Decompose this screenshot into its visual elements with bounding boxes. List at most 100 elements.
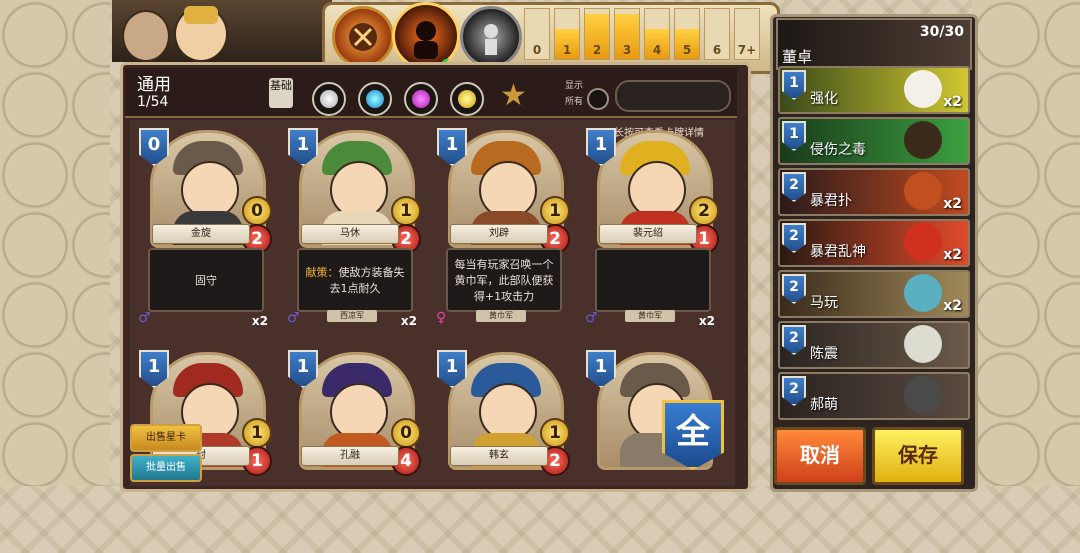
card-keyword: 献策：	[305, 266, 339, 279]
show-all-label-2: 所有	[565, 97, 584, 107]
card-name: 马休	[301, 224, 399, 244]
gem-filter-yellow[interactable]	[450, 82, 484, 116]
deck-hero[interactable]: 董卓 30/30	[776, 18, 972, 70]
card[interactable]: 0 0 2 金旋 固守 ♂ x2	[134, 124, 276, 331]
mana-bar-2[interactable]: 2	[584, 8, 610, 60]
mana-label: 6	[712, 43, 722, 57]
deck-card-row[interactable]: 1 侵伤之毒	[778, 117, 970, 165]
gender-icon: ♂	[287, 310, 300, 326]
save-button[interactable]: 保存	[872, 427, 964, 485]
deck-card-cost: 1	[782, 121, 806, 151]
card-name: 孔融	[301, 446, 399, 466]
top-left-portrait-strip	[112, 0, 332, 62]
deck-card-name: 郝萌	[810, 397, 838, 413]
tab-neutral[interactable]	[460, 6, 522, 68]
deck-card-row[interactable]: 2 暴君扑 x2	[778, 168, 970, 216]
mana-label: 4	[652, 43, 662, 57]
deck-card-cost: 2	[782, 274, 806, 304]
collection-title: 通用	[137, 75, 171, 95]
attack-badge: 1	[540, 418, 570, 448]
mana-bar-7+[interactable]: 7+	[734, 8, 760, 60]
deck-card-cost: 2	[782, 325, 806, 355]
mana-bar-1[interactable]: 1	[554, 8, 580, 60]
deck-card-cost: 2	[782, 172, 806, 202]
deck-card-name: 强化	[810, 91, 838, 107]
card[interactable]: 1 1 2 马休 献策：使敌方装备失去1点耐久 ♂ 西凉军 x2	[283, 124, 425, 331]
tab-warrior[interactable]	[332, 6, 394, 68]
card-ability: 使敌方装备失去1点耐久	[329, 266, 405, 295]
cancel-button[interactable]: 取消	[774, 427, 866, 485]
mana-bar-0[interactable]: 0	[524, 8, 550, 60]
card-count: x2	[698, 314, 715, 328]
mana-label: 7+	[737, 43, 757, 57]
mana-label: 0	[532, 43, 542, 57]
mana-label: 1	[562, 43, 572, 57]
gem-filter-magenta[interactable]	[404, 82, 438, 116]
batch-sell-button[interactable]: 批量出售	[130, 454, 202, 482]
card-name: 刘辟	[450, 224, 548, 244]
show-all-label-1: 显示	[565, 81, 584, 91]
deck-card-portrait-icon	[904, 172, 942, 210]
deck-card-row[interactable]: 2 郝萌	[778, 372, 970, 420]
deck-card-portrait-icon	[904, 376, 942, 414]
card[interactable]: 1 0 4 孔融	[283, 346, 425, 553]
star-filter-icon[interactable]: ★	[500, 78, 527, 113]
sell-star-card-button[interactable]: 出售星卡	[130, 424, 202, 452]
attack-badge: 1	[540, 196, 570, 226]
avatar-1	[122, 10, 170, 62]
hat-icon	[184, 6, 218, 24]
collection-count: 1/54	[137, 94, 169, 110]
avatar-2	[174, 6, 228, 62]
card[interactable]: 1 1 2 刘辟 每当有玩家召唤一个黄巾军，此部队便获得+1攻击力 ♀ 黄巾军	[432, 124, 574, 331]
deck-card-name: 陈震	[810, 346, 838, 362]
deck-card-portrait-icon	[904, 70, 942, 108]
gem-filter-cyan[interactable]	[358, 82, 392, 116]
show-all-toggle[interactable]	[587, 88, 609, 110]
mana-label: 3	[622, 43, 632, 57]
attack-badge: 0	[391, 418, 421, 448]
card[interactable]: 1 2 1 裴元绍 ♂ 黄巾军 x2	[581, 124, 723, 331]
deck-card-portrait-icon	[904, 223, 942, 261]
card-name: 金旋	[152, 224, 250, 244]
deck-card-portrait-icon	[904, 274, 942, 312]
mana-label: 5	[682, 43, 692, 57]
card-ability: 每当有玩家召唤一个黄巾军，此部队便获得+1攻击力	[454, 258, 554, 303]
hero-name: 董卓	[782, 48, 813, 66]
deck-card-row[interactable]: 2 陈震	[778, 321, 970, 369]
deck-card-count: x2	[943, 247, 962, 263]
right-border-pattern	[972, 0, 1080, 486]
basic-filter-button[interactable]: 基础	[269, 78, 293, 108]
gem-filter-white[interactable]	[312, 82, 346, 116]
deck-card-count: x2	[943, 196, 962, 212]
left-border-pattern	[0, 0, 110, 486]
deck-card-row[interactable]: 2 暴君乱神 x2	[778, 219, 970, 267]
faction-tag: 黄巾军	[625, 310, 675, 322]
deck-card-row[interactable]: 1 强化 x2	[778, 66, 970, 114]
mana-bar-5[interactable]: 5	[674, 8, 700, 60]
card-text: 献策：使敌方装备失去1点耐久	[297, 248, 413, 312]
card-text	[595, 248, 711, 312]
deck-card-cost: 2	[782, 376, 806, 406]
deck-card-portrait-icon	[904, 325, 942, 363]
card-name: 韩玄	[450, 446, 548, 466]
mana-bar-3[interactable]: 3	[614, 8, 640, 60]
mana-bar-4[interactable]: 4	[644, 8, 670, 60]
gender-icon: ♂	[585, 310, 598, 326]
card[interactable]: 1 1 2 韩玄	[432, 346, 574, 553]
deck-card-name: 暴君扑	[810, 193, 852, 209]
deck-card-row[interactable]: 2 马玩 x2	[778, 270, 970, 318]
attack-badge: 2	[689, 196, 719, 226]
deck-card-cost: 1	[782, 70, 806, 100]
card-ability: 固守	[195, 274, 217, 287]
figure-icon	[484, 24, 498, 55]
search-input[interactable]	[615, 80, 731, 112]
deck-card-count: x2	[943, 94, 962, 110]
card-count: x2	[400, 314, 417, 328]
gender-icon: ♂	[138, 310, 151, 326]
gender-icon: ♀	[436, 310, 447, 326]
faction-tag: 西凉军	[327, 310, 377, 322]
attack-badge: 1	[242, 418, 272, 448]
mana-bar-6[interactable]: 6	[704, 8, 730, 60]
deck-card-portrait-icon	[904, 121, 942, 159]
faction-tag: 黄巾军	[476, 310, 526, 322]
